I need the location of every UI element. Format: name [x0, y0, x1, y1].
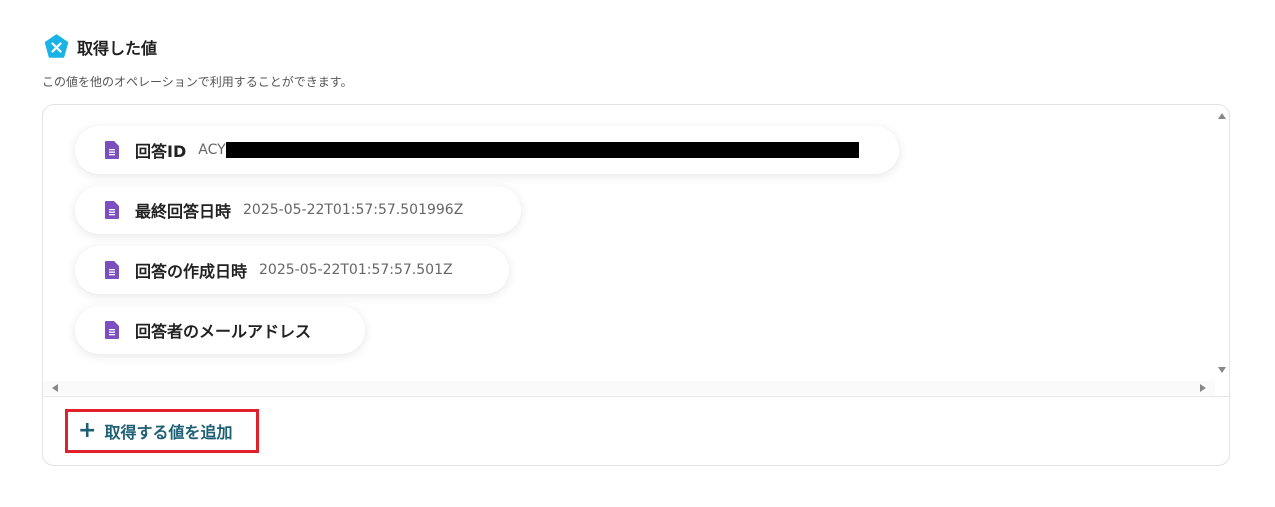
value-chip-last-answered[interactable]: 最終回答日時 2025-05-22T01:57:57.501996Z	[75, 186, 521, 234]
values-scroll-area[interactable]: 回答ID ACY 最終回答日時 2025-05-22T01:57:57.5019…	[43, 105, 1229, 397]
chip-label: 回答ID	[135, 142, 187, 161]
chip-label: 最終回答日時	[135, 202, 232, 221]
section-description: この値を他のオペレーションで利用することができます。	[42, 75, 353, 89]
values-panel: 回答ID ACY 最終回答日時 2025-05-22T01:57:57.5019…	[42, 104, 1230, 466]
scroll-right-arrow-icon[interactable]	[1200, 384, 1206, 392]
value-chip-response-id[interactable]: 回答ID ACY	[75, 126, 899, 174]
value-chip-created-at[interactable]: 回答の作成日時 2025-05-22T01:57:57.501Z	[75, 246, 509, 294]
scroll-left-arrow-icon[interactable]	[52, 384, 58, 392]
chip-label: 回答者のメールアドレス	[135, 322, 312, 341]
chip-value: 2025-05-22T01:57:57.501Z	[259, 262, 453, 278]
chip-value: ACY	[198, 142, 226, 158]
form-document-icon	[105, 321, 119, 339]
section-header: 取得した値	[44, 34, 157, 59]
add-value-button[interactable]: + 取得する値を追加	[65, 409, 259, 453]
value-chip-respondent-email[interactable]: 回答者のメールアドレス	[75, 306, 365, 354]
x-pentagon-icon	[44, 34, 69, 58]
form-document-icon	[105, 261, 119, 279]
form-document-icon	[105, 141, 119, 159]
scroll-up-arrow-icon[interactable]	[1218, 113, 1226, 119]
scroll-down-arrow-icon[interactable]	[1218, 367, 1226, 373]
section-title: 取得した値	[77, 38, 158, 58]
chip-label: 回答の作成日時	[135, 262, 248, 281]
plus-icon: +	[78, 418, 97, 443]
add-value-label: 取得する値を追加	[104, 423, 233, 442]
chip-value: 2025-05-22T01:57:57.501996Z	[243, 202, 464, 218]
form-document-icon	[105, 201, 119, 219]
redaction-bar	[225, 142, 859, 158]
divider	[43, 396, 1229, 397]
horizontal-scrollbar[interactable]	[43, 381, 1215, 395]
